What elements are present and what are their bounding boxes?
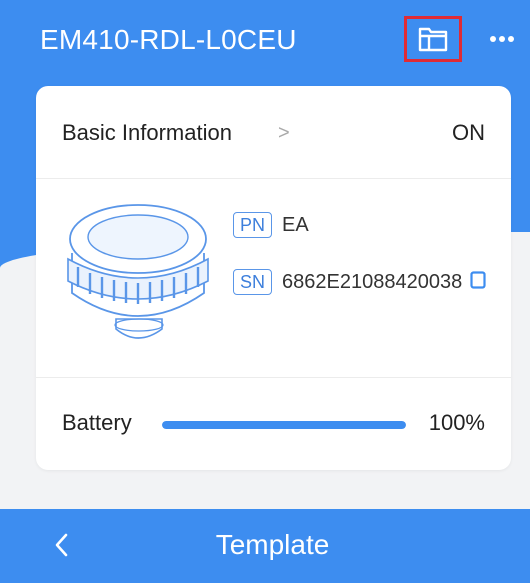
battery-progress-fill	[162, 421, 406, 429]
app-header: EM410-RDL-L0CEU	[0, 0, 530, 86]
bottom-nav-bar: Template	[0, 509, 530, 583]
device-image	[67, 204, 209, 339]
copy-icon[interactable]	[470, 270, 486, 294]
device-name: EM410-RDL-L0CEU	[40, 24, 297, 55]
basic-information-label: Basic Information	[62, 120, 232, 145]
template-title: Template	[215, 529, 330, 560]
device-card: Basic Information > ON PN EA SN 6862E210…	[36, 86, 511, 470]
pn-value: EA	[282, 213, 309, 236]
folder-icon	[418, 27, 448, 52]
device-info-section: PN EA SN 6862E21088420038	[36, 179, 511, 378]
battery-value: 100%	[428, 410, 485, 435]
more-button[interactable]	[482, 22, 522, 56]
chevron-right-icon: >	[278, 122, 290, 144]
sn-value: 6862E21088420038	[282, 270, 463, 293]
battery-row: Battery 100%	[36, 378, 511, 470]
basic-information-row[interactable]: Basic Information > ON	[36, 86, 511, 179]
folder-button[interactable]	[404, 16, 462, 62]
pn-tag: PN	[233, 212, 273, 238]
pn-row: PN EA	[233, 212, 309, 238]
status-value: ON	[452, 120, 485, 145]
more-horizontal-icon	[490, 36, 514, 42]
sn-row: SN 6862E21088420038	[233, 269, 486, 295]
sn-tag: SN	[233, 269, 273, 295]
battery-label: Battery	[62, 410, 132, 435]
battery-progress-bar	[162, 421, 406, 429]
